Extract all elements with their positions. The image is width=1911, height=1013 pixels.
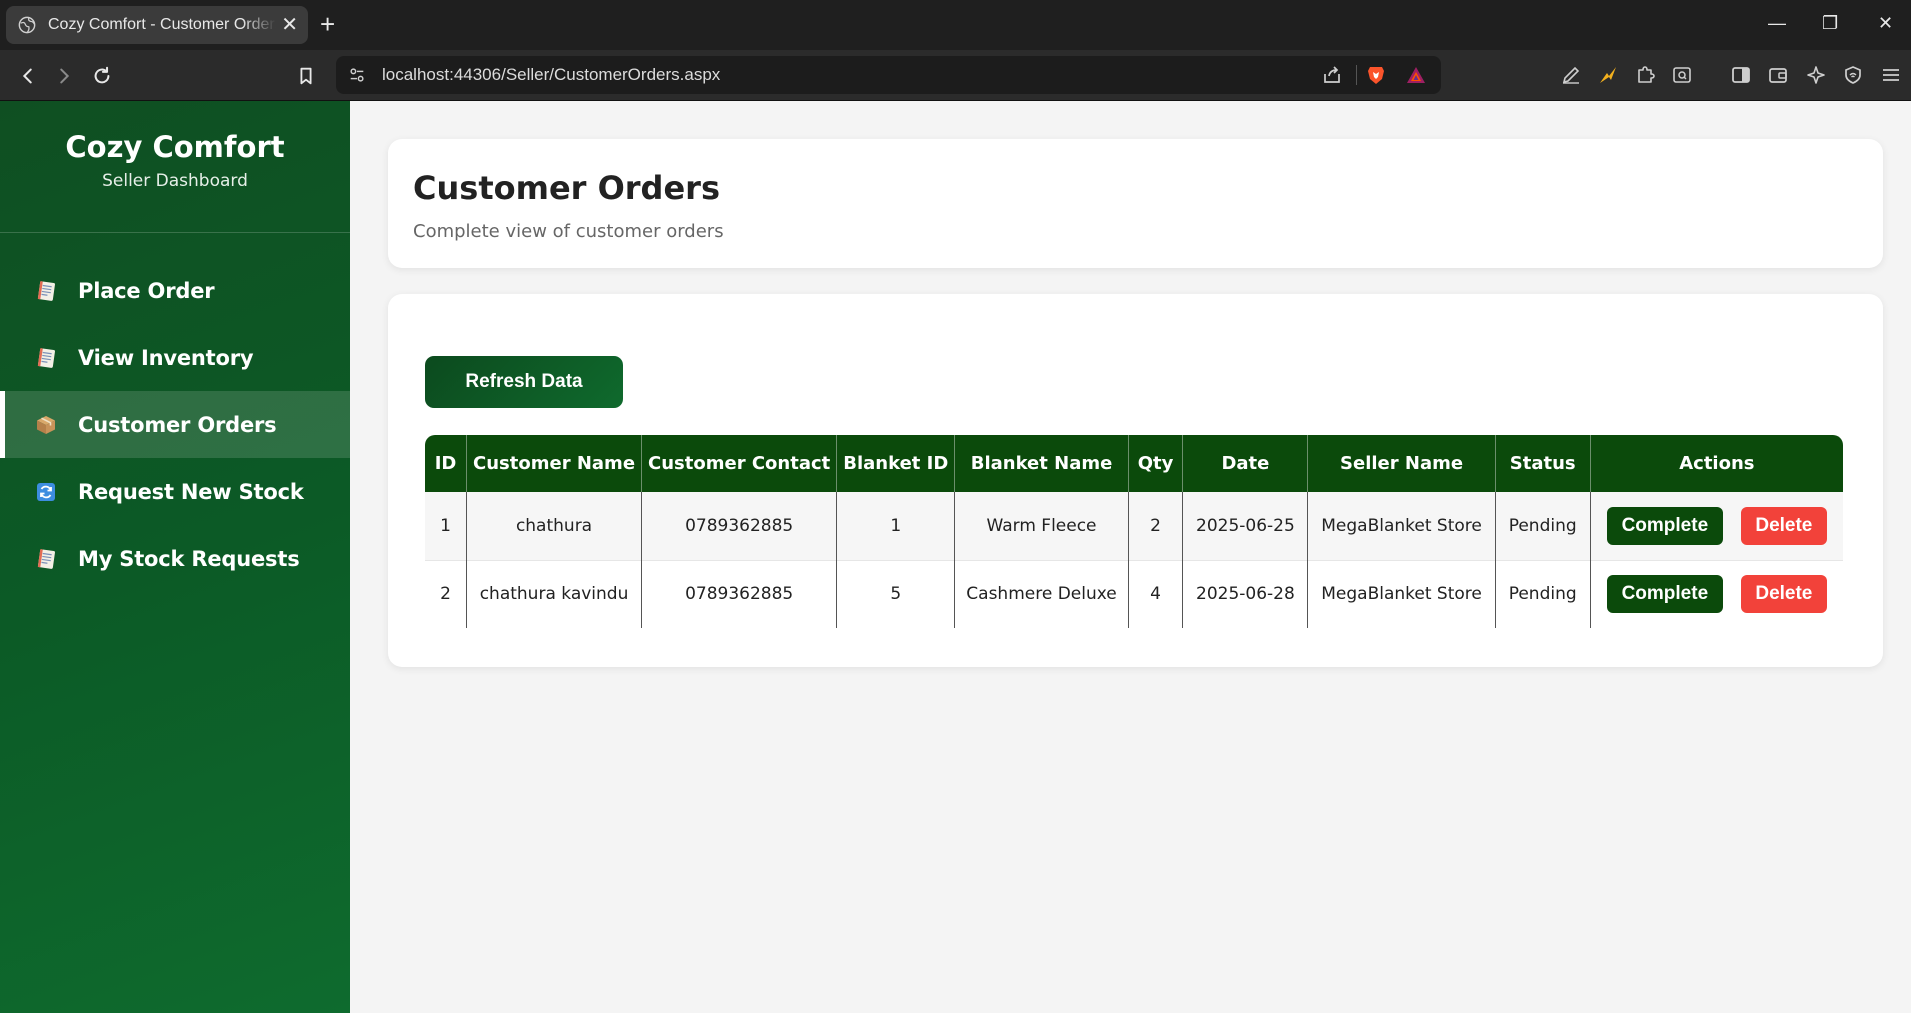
cell-seller-name: MegaBlanket Store xyxy=(1307,559,1496,628)
complete-button[interactable]: Complete xyxy=(1606,506,1723,545)
column-header-customer-contact: Customer Contact xyxy=(641,435,838,492)
cell-blanket-id: 5 xyxy=(836,559,956,628)
new-tab-button[interactable]: + xyxy=(320,10,335,38)
page-header-card: Customer Orders Complete view of custome… xyxy=(388,139,1883,268)
cell-qty: 4 xyxy=(1128,559,1184,628)
column-header-qty: Qty xyxy=(1128,435,1184,492)
extension-lightning-icon[interactable] xyxy=(1597,64,1619,86)
column-header-seller-name: Seller Name xyxy=(1307,435,1496,492)
orders-card: Refresh Data ID Customer Name Customer C… xyxy=(388,294,1883,667)
sidebar-item-request-new-stock[interactable]: Request New Stock xyxy=(0,458,350,525)
sidebar: Cozy Comfort Seller Dashboard Place Orde… xyxy=(0,101,350,1013)
vpn-shield-icon[interactable] xyxy=(1842,64,1864,86)
cell-date: 2025-06-25 xyxy=(1182,492,1309,560)
sidebar-item-label: Customer Orders xyxy=(78,412,277,437)
table-row: 1 chathura 0789362885 1 Warm Fleece 2 20… xyxy=(425,492,1843,560)
address-divider xyxy=(1356,65,1357,85)
forward-arrow-icon[interactable] xyxy=(50,62,78,90)
column-header-status: Status xyxy=(1495,435,1591,492)
column-header-blanket-name: Blanket Name xyxy=(954,435,1129,492)
close-window-icon[interactable]: ✕ xyxy=(1878,12,1893,34)
cell-customer-contact: 0789362885 xyxy=(641,559,838,628)
table-header-row: ID Customer Name Customer Contact Blanke… xyxy=(425,435,1843,492)
column-header-actions: Actions xyxy=(1679,453,1755,474)
restore-icon[interactable]: ❐ xyxy=(1822,12,1838,34)
cell-qty: 2 xyxy=(1128,492,1184,560)
cell-blanket-id: 1 xyxy=(836,492,956,560)
bookmark-icon[interactable] xyxy=(292,62,320,90)
notepad-icon xyxy=(34,346,58,370)
browser-nav-bar: localhost:44306/Seller/CustomerOrders.as… xyxy=(0,50,1911,101)
reader-icon[interactable] xyxy=(1671,64,1693,86)
sidebar-item-label: View Inventory xyxy=(78,345,254,370)
leo-ai-icon[interactable] xyxy=(1805,64,1827,86)
share-icon[interactable] xyxy=(1321,64,1343,86)
page-title: Customer Orders xyxy=(413,169,720,207)
brave-shield-icon[interactable] xyxy=(1365,64,1387,86)
address-bar[interactable]: localhost:44306/Seller/CustomerOrders.as… xyxy=(336,56,1441,94)
sidebar-item-label: Place Order xyxy=(78,278,215,303)
sidebar-item-my-stock-requests[interactable]: My Stock Requests xyxy=(0,525,350,592)
site-settings-icon[interactable] xyxy=(348,66,366,84)
refresh-icon xyxy=(34,480,58,504)
delete-button[interactable]: Delete xyxy=(1740,506,1827,545)
edit-icon[interactable] xyxy=(1560,64,1582,86)
minimize-icon[interactable]: — xyxy=(1768,12,1786,34)
sidebar-item-label: My Stock Requests xyxy=(78,546,300,571)
orders-table: ID Customer Name Customer Contact Blanke… xyxy=(425,435,1843,628)
cell-customer-contact: 0789362885 xyxy=(641,492,838,560)
cell-actions: Complete Delete xyxy=(1590,492,1843,560)
cell-actions: Complete Delete xyxy=(1590,559,1843,628)
sidebar-item-view-inventory[interactable]: View Inventory xyxy=(0,324,350,391)
delete-button[interactable]: Delete xyxy=(1740,575,1827,614)
cell-date: 2025-06-28 xyxy=(1182,559,1309,628)
menu-hamburger-icon[interactable] xyxy=(1880,64,1902,86)
cell-id: 2 xyxy=(425,559,468,628)
cell-customer-name: chathura kavindu xyxy=(466,559,643,628)
url-text[interactable]: localhost:44306/Seller/CustomerOrders.as… xyxy=(382,65,720,85)
cell-blanket-name: Warm Fleece xyxy=(954,492,1129,560)
cell-status: Pending xyxy=(1495,492,1591,560)
cell-id: 1 xyxy=(425,492,468,560)
sidebar-toggle-icon[interactable] xyxy=(1730,64,1752,86)
table-row: 2 chathura kavindu 0789362885 5 Cashmere… xyxy=(425,559,1843,628)
reload-icon[interactable] xyxy=(88,62,116,90)
sidebar-item-label: Request New Stock xyxy=(78,479,304,504)
brave-rewards-icon[interactable] xyxy=(1405,64,1427,86)
complete-button[interactable]: Complete xyxy=(1606,575,1723,614)
wallet-icon[interactable] xyxy=(1767,64,1789,86)
brand-title: Cozy Comfort xyxy=(65,130,285,164)
cell-status: Pending xyxy=(1495,559,1591,628)
column-header-id: ID xyxy=(425,435,468,492)
notepad-icon xyxy=(34,547,58,571)
globe-icon xyxy=(18,16,36,34)
puzzle-icon[interactable] xyxy=(1634,64,1656,86)
sidebar-item-customer-orders[interactable]: Customer Orders xyxy=(0,391,350,458)
sidebar-menu: Place Order View Inventory Customer Orde… xyxy=(0,257,350,592)
brand: Cozy Comfort Seller Dashboard xyxy=(0,101,350,233)
page-subtitle: Complete view of customer orders xyxy=(413,221,724,242)
cell-seller-name: MegaBlanket Store xyxy=(1307,492,1496,560)
tab-title: Cozy Comfort - Customer Orders xyxy=(48,16,276,33)
back-arrow-icon[interactable] xyxy=(14,62,42,90)
close-tab-icon[interactable]: ✕ xyxy=(281,14,298,34)
notepad-icon xyxy=(34,279,58,303)
sidebar-item-place-order[interactable]: Place Order xyxy=(0,257,350,324)
browser-tab-bar: Cozy Comfort - Customer Orders ✕ + — ❐ ✕ xyxy=(0,0,1911,50)
column-header-date: Date xyxy=(1182,435,1309,492)
package-icon xyxy=(34,413,58,437)
browser-tab[interactable]: Cozy Comfort - Customer Orders ✕ xyxy=(6,6,308,44)
column-header-blanket-id: Blanket ID xyxy=(836,435,956,492)
brand-subtitle: Seller Dashboard xyxy=(102,171,248,191)
cell-customer-name: chathura xyxy=(466,492,643,560)
refresh-data-button[interactable]: Refresh Data xyxy=(425,356,623,408)
cell-blanket-name: Cashmere Deluxe xyxy=(954,559,1129,628)
column-header-customer-name: Customer Name xyxy=(466,435,643,492)
